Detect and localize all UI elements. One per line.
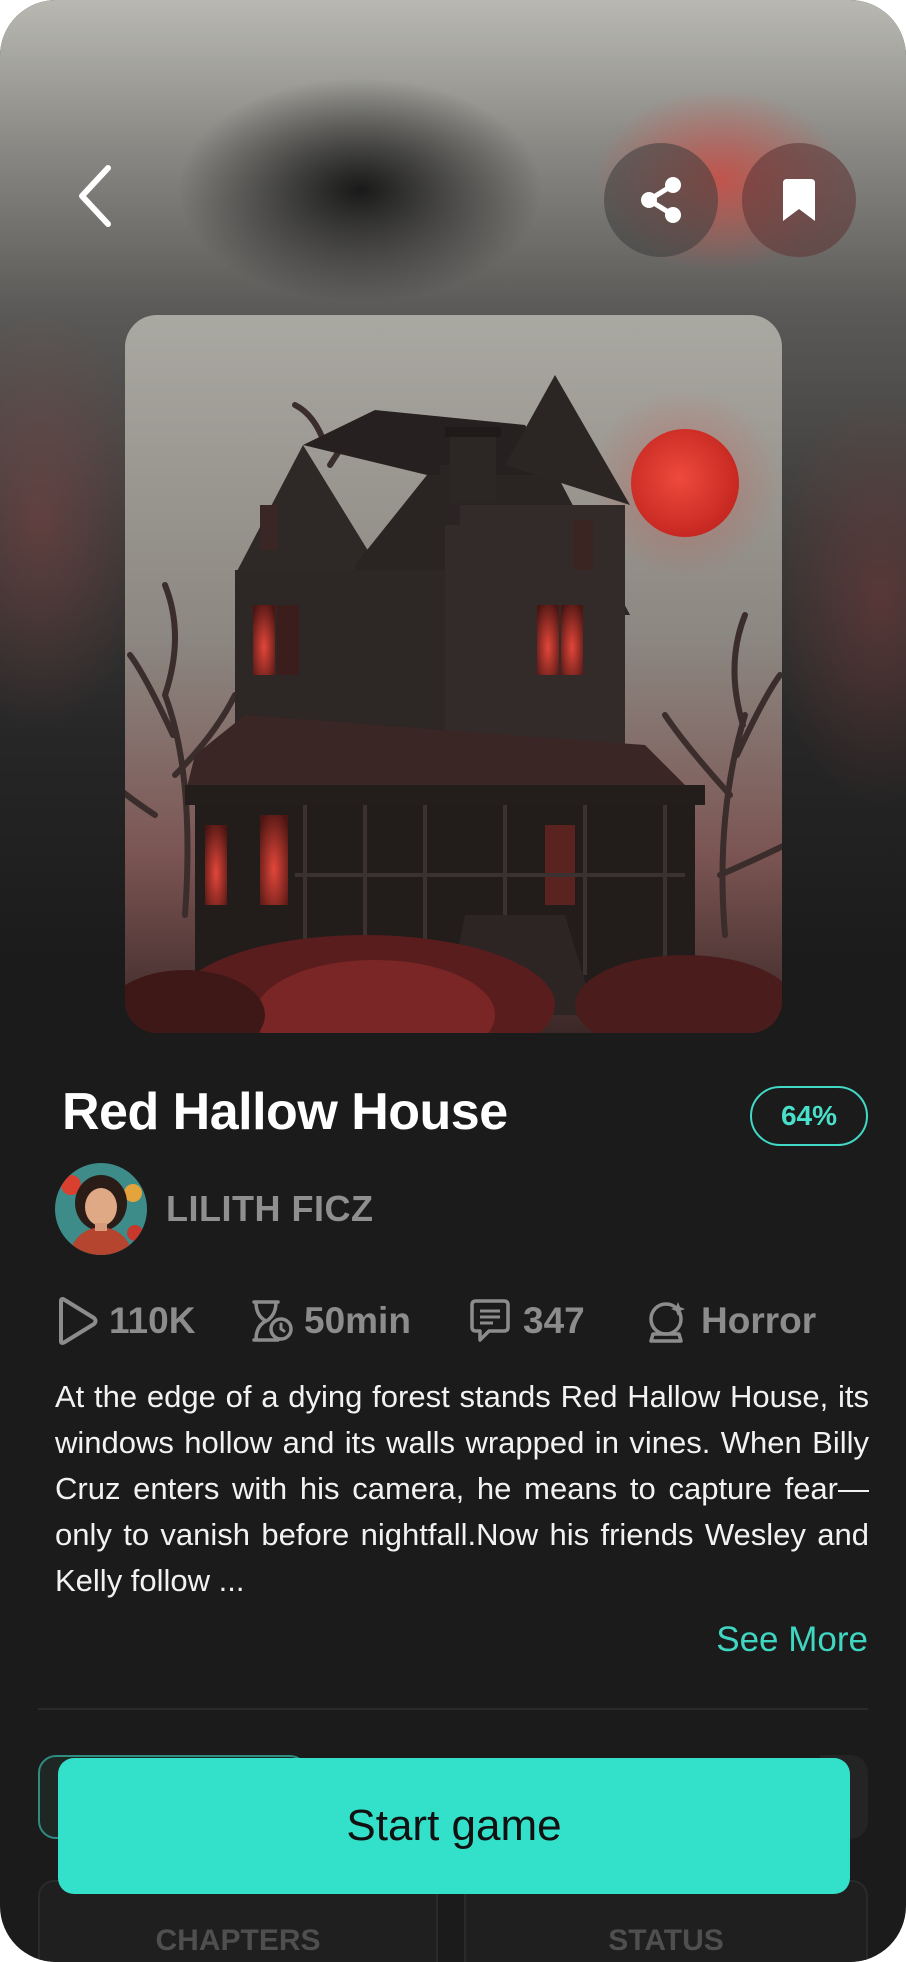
genre-stat: Horror (645, 1292, 816, 1350)
comments-stat: 347 (467, 1292, 585, 1350)
duration-value: 50min (304, 1300, 411, 1341)
story-description: At the edge of a dying forest stands Red… (55, 1379, 869, 1598)
story-cover-image (125, 315, 782, 1033)
comment-icon (470, 1299, 510, 1342)
plays-stat: 110K (55, 1292, 195, 1350)
see-more-link[interactable]: See More (716, 1620, 868, 1660)
start-game-button[interactable]: Start game (58, 1758, 850, 1894)
play-icon (59, 1297, 98, 1345)
story-title: Red Hallow House (62, 1083, 508, 1141)
author-avatar[interactable] (55, 1163, 147, 1255)
duration-stat: 50min (248, 1292, 411, 1350)
story-detail-screen: Red Hallow House 64% LILITH FICZ 110K 50… (0, 0, 906, 1962)
bookmark-button[interactable] (742, 143, 856, 257)
back-button[interactable] (60, 160, 132, 232)
comments-count: 347 (523, 1300, 585, 1341)
genre-label: Horror (701, 1300, 817, 1341)
chevron-left-icon (79, 165, 111, 227)
section-divider (38, 1708, 868, 1710)
progress-badge: 64% (750, 1086, 868, 1146)
author-name[interactable]: LILITH FICZ (166, 1188, 373, 1230)
share-icon (641, 177, 681, 223)
share-button[interactable] (604, 143, 718, 257)
plays-count: 110K (109, 1300, 196, 1341)
bookmark-icon (783, 179, 815, 221)
crystal-ball-icon (649, 1302, 685, 1343)
hourglass-clock-icon (252, 1300, 293, 1342)
story-stats: 110K 50min 347 Horror (55, 1292, 855, 1350)
